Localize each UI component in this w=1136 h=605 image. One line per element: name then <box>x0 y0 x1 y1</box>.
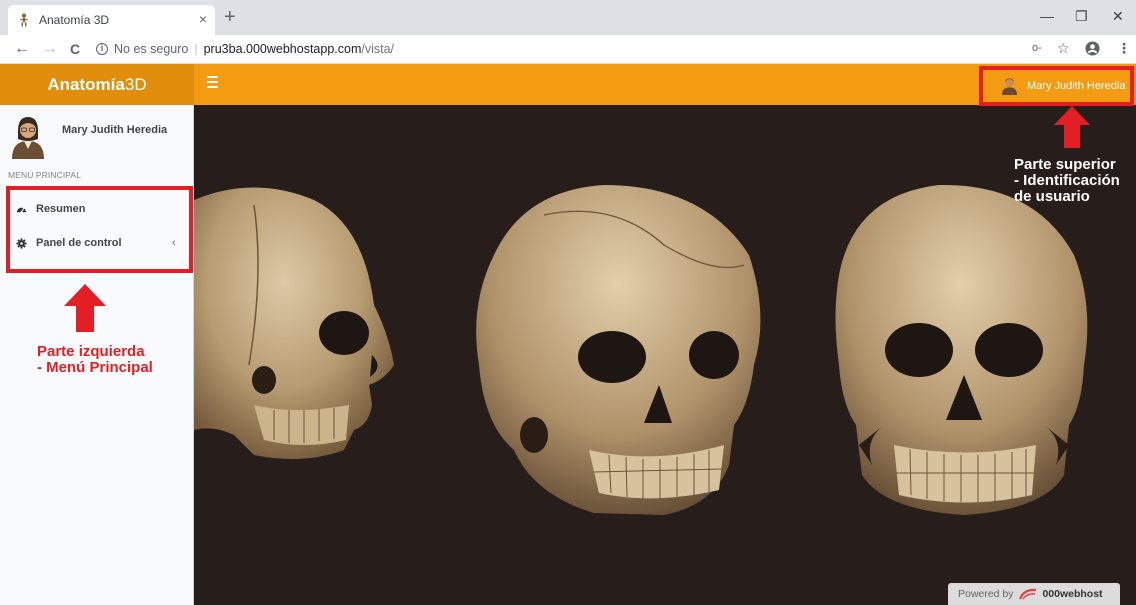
app-logo[interactable]: Anatomía 3D <box>0 64 194 105</box>
browser-menu-icon[interactable]: ⋮ <box>1117 40 1131 57</box>
forward-button[interactable]: → <box>42 40 58 58</box>
url-host: pru3ba.000webhostapp.com <box>203 42 362 56</box>
annotation-left-line1: Parte izquierda <box>37 343 145 360</box>
reload-button[interactable]: C <box>70 40 80 58</box>
browser-tab[interactable]: Anatomía 3D × <box>8 5 215 35</box>
url-separator: | <box>194 42 198 56</box>
skull-profile-left <box>194 187 394 459</box>
new-tab-button[interactable]: + <box>224 6 236 28</box>
url-field[interactable]: i No es seguro | pru3ba.000webhostapp.co… <box>96 38 394 60</box>
url-path: /vista/ <box>361 42 395 56</box>
logo-bold-text: Anatomía <box>47 74 125 94</box>
powered-by-text: Powered by <box>958 588 1014 600</box>
webhost-logo-icon <box>1019 588 1037 600</box>
annotation-left-label: Parte izquierda - Menú Principal <box>37 344 153 376</box>
skull-frontal-right <box>835 184 1088 515</box>
window-restore-button[interactable]: ❐ <box>1075 8 1088 25</box>
skull-three-quarter-middle <box>476 185 761 515</box>
sidebar-toggle-icon[interactable] <box>207 76 218 91</box>
window-minimize-button[interactable]: — <box>1040 8 1054 24</box>
window-close-button[interactable]: ✕ <box>1112 8 1124 25</box>
browser-address-bar: ← → C i No es seguro | pru3ba.000webhost… <box>0 35 1136 64</box>
info-icon[interactable]: i <box>96 43 108 55</box>
key-icon[interactable]: o‑ <box>1032 42 1042 54</box>
menu-header: MENÚ PRINCIPAL <box>8 170 82 180</box>
annotation-top-line1: Parte superior <box>1014 156 1116 173</box>
user-panel: Mary Judith Heredia <box>10 115 190 159</box>
skulls-image <box>194 184 1088 515</box>
app-header: Anatomía 3D Mary Judith Heredia <box>0 64 1136 105</box>
arrow-up-left-icon <box>64 284 106 332</box>
star-icon[interactable]: ☆ <box>1057 40 1070 57</box>
powered-by-badge[interactable]: Powered by 000webhost <box>948 583 1120 605</box>
browser-tab-bar: Anatomía 3D × + — ❐ ✕ <box>0 0 1136 35</box>
annotation-box-user-menu <box>979 66 1134 106</box>
logo-light-text: 3D <box>124 74 147 94</box>
tab-title: Anatomía 3D <box>39 13 110 27</box>
powered-by-brand: 000webhost <box>1042 588 1103 600</box>
annotation-left-line2: - Menú Principal <box>37 359 153 376</box>
arrow-up-right-icon <box>1054 106 1090 148</box>
account-icon[interactable] <box>1085 41 1100 56</box>
security-status: No es seguro <box>114 42 189 56</box>
annotation-top-label: Parte superior - Identificación de usuar… <box>1014 157 1120 205</box>
tab-close-icon[interactable]: × <box>199 11 207 27</box>
sidebar-user-name: Mary Judith Heredia <box>62 124 168 136</box>
annotation-top-line2: - Identificación <box>1014 172 1120 189</box>
back-button[interactable]: ← <box>14 40 30 58</box>
skeleton-favicon-icon <box>20 13 28 27</box>
annotation-box-left-menu <box>6 186 193 273</box>
user-avatar-icon <box>12 117 44 159</box>
annotation-top-line3: de usuario <box>1014 188 1090 205</box>
main-content <box>194 105 1136 605</box>
